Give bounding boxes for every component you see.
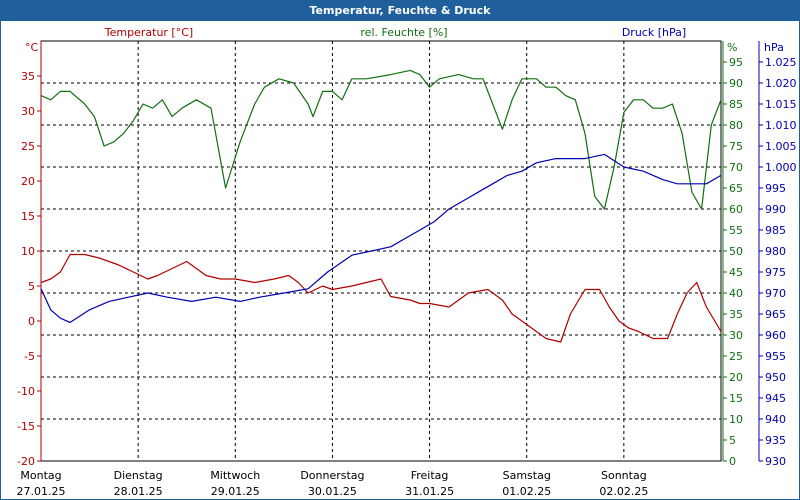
x-tick-label-day: Freitag <box>411 469 449 482</box>
humidity-tick-label: 80 <box>729 119 743 132</box>
humidity-tick-label: 50 <box>729 245 743 258</box>
humidity-tick-label: 5 <box>729 434 736 447</box>
x-tick-label-date: 28.01.25 <box>114 485 163 498</box>
pressure-tick-label: 955 <box>765 350 786 363</box>
x-tick-label-day: Dienstag <box>114 469 163 482</box>
humidity-tick-label: 60 <box>729 203 743 216</box>
humidity-tick-label: 45 <box>729 266 743 279</box>
pressure-tick-label: 945 <box>765 392 786 405</box>
x-tick-label-date: 01.02.25 <box>502 485 551 498</box>
x-tick-label-day: Mittwoch <box>210 469 260 482</box>
humidity-tick-label: 0 <box>729 455 736 468</box>
temperature-tick-label: -20 <box>17 455 35 468</box>
x-tick-label-date: 27.01.25 <box>17 485 66 498</box>
temperature-tick-label: 15 <box>21 210 35 223</box>
chart-canvas: -20 -15 -10 -5 0 5 10 15 20 25 30 35 °C Temperatur [°… <box>17 26 797 498</box>
humidity-tick-label: 20 <box>729 371 743 384</box>
temperature-tick-label: 5 <box>28 280 35 293</box>
chart-window: Temperatur, Feuchte & Druck -20 -15 -10 -5 0… <box>0 0 800 500</box>
pressure-tick-label: 930 <box>765 455 786 468</box>
temperature-tick-label: 10 <box>21 245 35 258</box>
temperature-tick-label: 25 <box>21 140 35 153</box>
humidity-tick-label: 40 <box>729 287 743 300</box>
pressure-tick-label: 975 <box>765 266 786 279</box>
pressure-series-line <box>40 153 722 323</box>
temperature-tick-label: 30 <box>21 105 35 118</box>
humidity-tick-label: 10 <box>729 413 743 426</box>
pressure-tick-label: 1.025 <box>765 56 797 69</box>
temperature-unit-label: °C <box>25 41 39 54</box>
pressure-tick-label: 965 <box>765 308 786 321</box>
pressure-tick-label: 1.000 <box>765 161 797 174</box>
temperature-tick-label: -10 <box>17 385 35 398</box>
temperature-series-line <box>40 253 722 343</box>
humidity-tick-label: 55 <box>729 224 743 237</box>
pressure-tick-label: 1.010 <box>765 119 797 132</box>
humidity-tick-label: 15 <box>729 392 743 405</box>
pressure-tick-label: 940 <box>765 413 786 426</box>
humidity-tick-label: 75 <box>729 140 743 153</box>
x-tick-label-day: Samstag <box>503 469 551 482</box>
temperature-tick-label: 0 <box>28 315 35 328</box>
pressure-tick-label: 990 <box>765 203 786 216</box>
pressure-tick-label: 935 <box>765 434 786 447</box>
x-tick-label-date: 31.01.25 <box>405 485 454 498</box>
temperature-tick-label: -5 <box>24 350 35 363</box>
temperature-tick-label: 35 <box>21 70 35 83</box>
pressure-unit-label: hPa <box>764 41 784 54</box>
pressure-tick-label: 1.020 <box>765 77 797 90</box>
temperature-tick-label: -15 <box>17 420 35 433</box>
temperature-tick-label: 20 <box>21 175 35 188</box>
pressure-tick-label: 950 <box>765 371 786 384</box>
humidity-tick-label: 35 <box>729 308 743 321</box>
x-tick-label-day: Donnerstag <box>300 469 364 482</box>
pressure-tick-label: 1.015 <box>765 98 797 111</box>
pressure-tick-label: 960 <box>765 329 786 342</box>
pressure-tick-label: 980 <box>765 245 786 258</box>
temperature-axis-title: Temperatur [°C] <box>104 26 193 39</box>
pressure-tick-label: 985 <box>765 224 786 237</box>
humidity-tick-label: 90 <box>729 77 743 90</box>
x-tick-label-day: Sonntag <box>601 469 647 482</box>
humidity-tick-label: 70 <box>729 161 743 174</box>
humidity-tick-label: 25 <box>729 350 743 363</box>
humidity-unit-label: % <box>727 41 737 54</box>
pressure-tick-label: 995 <box>765 182 786 195</box>
x-tick-label-day: Montag <box>20 469 61 482</box>
pressure-tick-label: 970 <box>765 287 786 300</box>
x-tick-label-date: 02.02.25 <box>599 485 648 498</box>
humidity-tick-label: 30 <box>729 329 743 342</box>
pressure-tick-label: 1.005 <box>765 140 797 153</box>
x-tick-label-date: 30.01.25 <box>308 485 357 498</box>
humidity-tick-label: 95 <box>729 56 743 69</box>
humidity-series-line <box>40 69 722 210</box>
humidity-tick-label: 65 <box>729 182 743 195</box>
pressure-axis-title: Druck [hPa] <box>622 26 686 39</box>
x-tick-label-date: 29.01.25 <box>211 485 260 498</box>
humidity-axis-title: rel. Feuchte [%] <box>360 26 447 39</box>
humidity-tick-label: 85 <box>729 98 743 111</box>
